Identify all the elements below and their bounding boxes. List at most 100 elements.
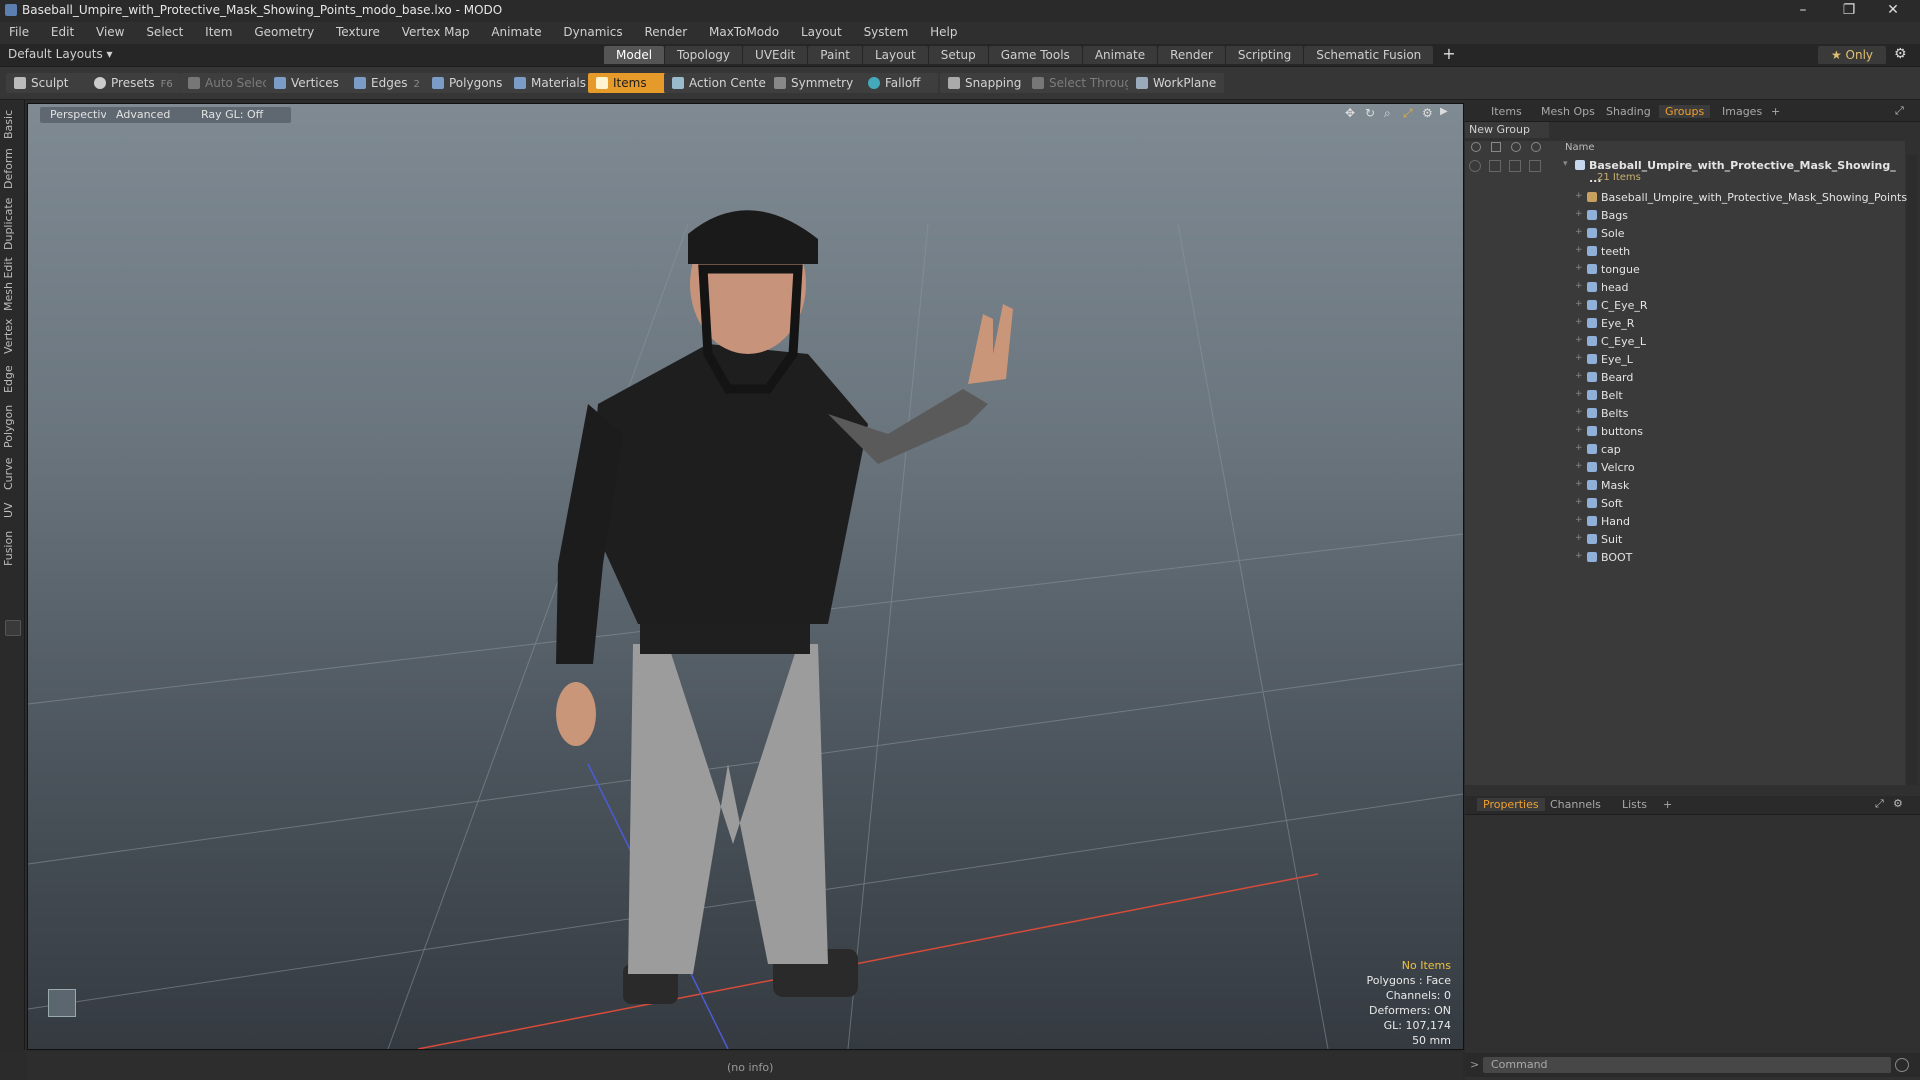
add-panel-tab-button[interactable]: + [1771, 105, 1780, 118]
tab-uvedit[interactable]: UVEdit [743, 46, 808, 64]
tab-mesh-ops[interactable]: Mesh Ops [1541, 105, 1595, 118]
render-toggle-icon[interactable] [1509, 160, 1521, 172]
tab-images[interactable]: Images [1722, 105, 1762, 118]
list-item[interactable]: + Eye_L [1465, 351, 1905, 369]
select-toggle-icon[interactable] [1529, 160, 1541, 172]
raygl-toggle[interactable]: Ray GL: Off [191, 107, 291, 123]
command-history-icon[interactable] [1895, 1058, 1909, 1072]
vertices-button[interactable]: Vertices1 [266, 73, 354, 93]
list-item[interactable]: + Soft [1465, 495, 1905, 513]
move-view-icon[interactable]: ✥ [1345, 106, 1355, 120]
tab-animate[interactable]: Animate [1082, 46, 1158, 64]
expand-properties-icon[interactable]: ⤢ [1875, 797, 1884, 811]
strip-toggle-icon[interactable] [5, 620, 21, 636]
list-item[interactable]: + buttons [1465, 423, 1905, 441]
menu-dynamics[interactable]: Dynamics [554, 22, 631, 39]
list-item[interactable]: + head [1465, 279, 1905, 297]
visibility-column-icon[interactable] [1471, 142, 1481, 152]
list-item[interactable]: + BOOT [1465, 549, 1905, 567]
tab-channels[interactable]: Channels [1550, 798, 1601, 811]
falloff-button[interactable]: Falloff [860, 73, 938, 93]
list-item[interactable]: + teeth [1465, 243, 1905, 261]
tab-setup[interactable]: Setup [928, 46, 988, 64]
advanced-button[interactable]: Advanced [106, 107, 194, 123]
vtab-uv[interactable]: UV [2, 498, 22, 522]
zoom-view-icon[interactable]: ⌕ [1384, 106, 1391, 121]
list-item[interactable]: + Baseball_Umpire_with_Protective_Mask_Sh… [1465, 189, 1907, 207]
items-button[interactable]: Items [588, 73, 666, 93]
menu-item[interactable]: Item [196, 22, 241, 39]
materials-button[interactable]: Materials [506, 73, 592, 93]
eye-icon[interactable] [1469, 160, 1481, 172]
list-item[interactable]: + Sole [1465, 225, 1905, 243]
menu-maxtomodo[interactable]: MaxToModo [700, 22, 788, 39]
group-row[interactable]: ▾ Baseball_Umpire_with_Protective_Mask_S… [1465, 157, 1905, 185]
list-item[interactable]: + Belts [1465, 405, 1905, 423]
collapse-arrow-icon[interactable]: ▾ [1563, 159, 1568, 169]
vtab-polygon[interactable]: Polygon [2, 402, 22, 450]
menu-geometry[interactable]: Geometry [245, 22, 323, 39]
menu-texture[interactable]: Texture [327, 22, 389, 39]
tab-model[interactable]: Model [604, 46, 665, 64]
properties-gear-icon[interactable]: ⚙ [1893, 797, 1903, 810]
3d-viewport[interactable]: Perspective Advanced Ray GL: Off ✥ ↻ ⌕ ⤢… [27, 103, 1464, 1050]
select-through-button[interactable]: Select Through [1024, 73, 1140, 93]
menu-animate[interactable]: Animate [482, 22, 550, 39]
default-layouts-dropdown[interactable]: Default Layouts ▾ [8, 47, 113, 61]
fit-view-icon[interactable]: ⤢ [1403, 106, 1413, 121]
lock-column-icon[interactable] [1491, 142, 1501, 152]
menu-render[interactable]: Render [635, 22, 696, 39]
list-item[interactable]: + tongue [1465, 261, 1905, 279]
vtab-edge[interactable]: Edge [2, 362, 22, 396]
sculpt-button[interactable]: Sculpt [6, 73, 92, 93]
tab-items[interactable]: Items [1491, 105, 1522, 118]
tab-shading[interactable]: Shading [1606, 105, 1651, 118]
menu-help[interactable]: Help [921, 22, 966, 39]
edges-button[interactable]: Edges 2 [346, 73, 430, 93]
list-item[interactable]: + Suit [1465, 531, 1905, 549]
menu-select[interactable]: Select [137, 22, 192, 39]
tab-properties[interactable]: Properties [1477, 798, 1545, 811]
expand-panel-icon[interactable]: ⤢ [1895, 104, 1904, 118]
viewport-gear-icon[interactable]: ⚙ [1422, 106, 1433, 120]
list-item[interactable]: + Beard [1465, 369, 1905, 387]
command-input[interactable]: Command [1483, 1057, 1891, 1073]
vtab-vertex[interactable]: Vertex [2, 316, 22, 356]
add-properties-tab-button[interactable]: + [1663, 798, 1672, 811]
snapping-button[interactable]: Snapping [940, 73, 1030, 93]
menu-vertex-map[interactable]: Vertex Map [393, 22, 479, 39]
list-item[interactable]: + cap [1465, 441, 1905, 459]
vtab-duplicate[interactable]: Duplicate [2, 196, 22, 252]
list-item[interactable]: + Belt [1465, 387, 1905, 405]
menu-layout[interactable]: Layout [792, 22, 851, 39]
vtab-curve[interactable]: Curve [2, 456, 22, 492]
tab-groups[interactable]: Groups [1659, 105, 1711, 118]
viewport-menu-arrow-icon[interactable]: ▶ [1440, 106, 1448, 117]
presets-button[interactable]: Presets F6 [86, 73, 180, 93]
only-button[interactable]: ★ Only [1818, 46, 1886, 64]
select-column-icon[interactable] [1531, 142, 1541, 152]
vtab-basic[interactable]: Basic [2, 106, 22, 142]
vtab-fusion[interactable]: Fusion [2, 528, 22, 568]
rotate-view-icon[interactable]: ↻ [1365, 106, 1375, 120]
gear-icon[interactable]: ⚙ [1894, 46, 1907, 62]
minimize-button[interactable]: – [1788, 2, 1818, 18]
groups-list-scrollbar[interactable] [1907, 155, 1917, 785]
list-item[interactable]: + Eye_R [1465, 315, 1905, 333]
tab-game-tools[interactable]: Game Tools [988, 46, 1082, 64]
name-column-header[interactable]: Name [1565, 142, 1595, 153]
workplane-button[interactable]: WorkPlane [1128, 73, 1224, 93]
tab-paint[interactable]: Paint [808, 46, 862, 64]
menu-edit[interactable]: Edit [42, 22, 83, 39]
vtab-mesh-edit[interactable]: Mesh Edit [2, 256, 22, 312]
list-item[interactable]: + Velcro [1465, 459, 1905, 477]
list-item[interactable]: + Mask [1465, 477, 1905, 495]
menu-file[interactable]: File [0, 22, 38, 39]
perspective-button[interactable]: Perspective [40, 107, 116, 123]
polygons-button[interactable]: Polygons [424, 73, 512, 93]
tab-layout[interactable]: Layout [862, 46, 928, 64]
menu-view[interactable]: View [87, 22, 133, 39]
tab-lists[interactable]: Lists [1622, 798, 1647, 811]
tab-scripting[interactable]: Scripting [1225, 46, 1304, 64]
vtab-deform[interactable]: Deform [2, 146, 22, 192]
